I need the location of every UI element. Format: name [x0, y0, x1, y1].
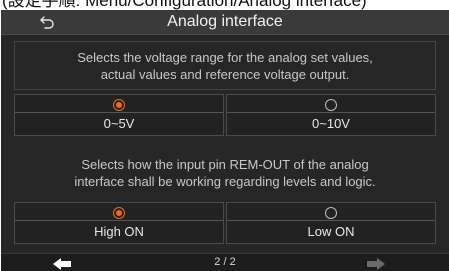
description-line: actual values and reference voltage outp…	[100, 67, 350, 82]
title-bar: Analog interface	[1, 10, 449, 35]
footer-nav: 2 / 2	[1, 253, 449, 271]
divider	[227, 220, 435, 221]
option-0-10v[interactable]: 0~10V	[226, 94, 436, 136]
option-label: 0~5V	[103, 116, 135, 131]
description-line: Selects the voltage range for the analog…	[77, 50, 373, 65]
radio-selected-icon	[113, 207, 125, 219]
rem-out-section: Selects how the input pin REM-OUT of the…	[14, 148, 436, 244]
description-line: Selects how the input pin REM-OUT of the…	[81, 157, 369, 172]
radio-unselected-icon	[325, 207, 337, 219]
option-0-5v[interactable]: 0~5V	[14, 94, 224, 136]
option-high-on[interactable]: High ON	[14, 202, 224, 244]
back-button[interactable]	[37, 12, 59, 32]
voltage-range-description: Selects the voltage range for the analog…	[14, 41, 436, 90]
radio-unselected-icon	[325, 99, 337, 111]
next-page-button[interactable]	[367, 257, 385, 271]
back-arrow-icon	[40, 16, 54, 29]
description-line: interface shall be working regarding lev…	[74, 174, 376, 189]
voltage-range-section: Selects the voltage range for the analog…	[14, 41, 436, 137]
radio-selected-icon	[113, 99, 125, 111]
option-label: High ON	[94, 224, 144, 239]
page-breadcrumb: (設定手順: Menu/Configuration/Analog interfa…	[2, 0, 367, 10]
option-label: 0~10V	[312, 116, 350, 131]
page-title: Analog interface	[167, 13, 283, 30]
option-label: Low ON	[307, 224, 355, 239]
divider	[227, 112, 435, 113]
right-arrow-icon	[367, 258, 385, 270]
rem-out-description: Selects how the input pin REM-OUT of the…	[14, 148, 436, 197]
option-low-on[interactable]: Low ON	[226, 202, 436, 244]
divider	[15, 112, 223, 113]
divider	[15, 220, 223, 221]
device-screen: Analog interface Selects the voltage ran…	[1, 10, 449, 271]
